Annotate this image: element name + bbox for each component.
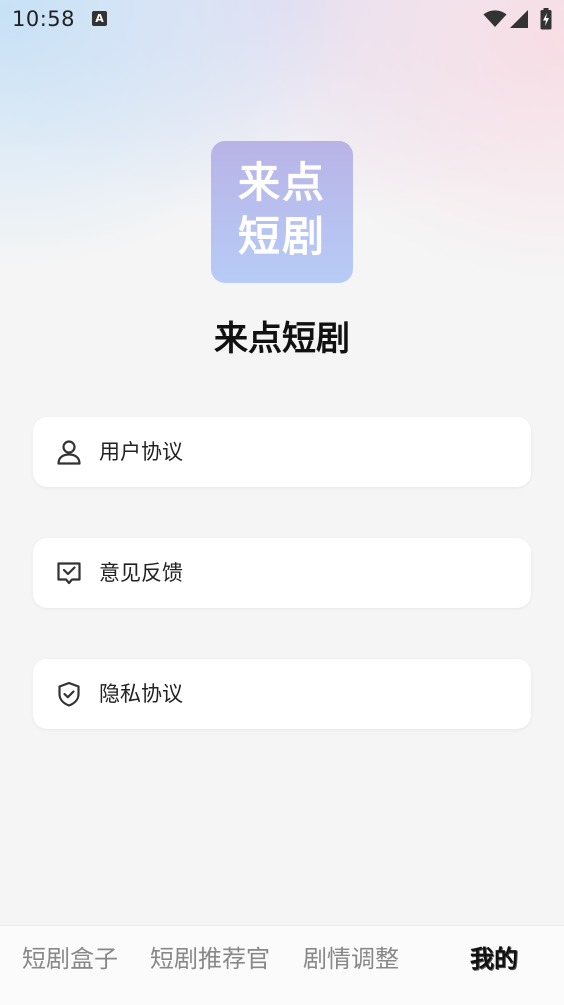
tab-drama-recommender[interactable]: 短剧推荐官 [150, 944, 270, 974]
bottom-tab-bar: 短剧盒子 短剧推荐官 剧情调整 我的 [0, 925, 564, 1005]
logo-text-line2: 短剧 [237, 212, 326, 261]
menu-item-label: 用户协议 [99, 440, 183, 464]
tab-short-drama-box[interactable]: 短剧盒子 [22, 944, 118, 974]
menu-item-label: 意见反馈 [99, 561, 183, 585]
shield-check-icon [58, 681, 80, 707]
menu-item-label: 隐私协议 [99, 682, 183, 706]
tab-mine[interactable]: 我的 [470, 944, 518, 974]
cell-signal-icon [510, 10, 528, 28]
feedback-icon [57, 562, 81, 585]
tab-plot-adjust[interactable]: 剧情调整 [303, 944, 399, 974]
notification-a-icon: A [92, 11, 107, 26]
battery-charging-icon [540, 8, 552, 30]
app-logo: 来点 短剧 [211, 141, 353, 283]
wifi-icon [483, 10, 507, 27]
user-icon [57, 440, 81, 465]
app-title: 来点短剧 [214, 319, 350, 359]
status-bar: 10:58 A [0, 0, 564, 40]
status-time: 10:58 [12, 7, 76, 31]
menu-item-feedback[interactable]: 意见反馈 [33, 538, 531, 608]
menu-item-privacy-policy[interactable]: 隐私协议 [33, 659, 531, 729]
menu-item-user-agreement[interactable]: 用户协议 [33, 417, 531, 487]
logo-text-line1: 来点 [237, 158, 326, 207]
